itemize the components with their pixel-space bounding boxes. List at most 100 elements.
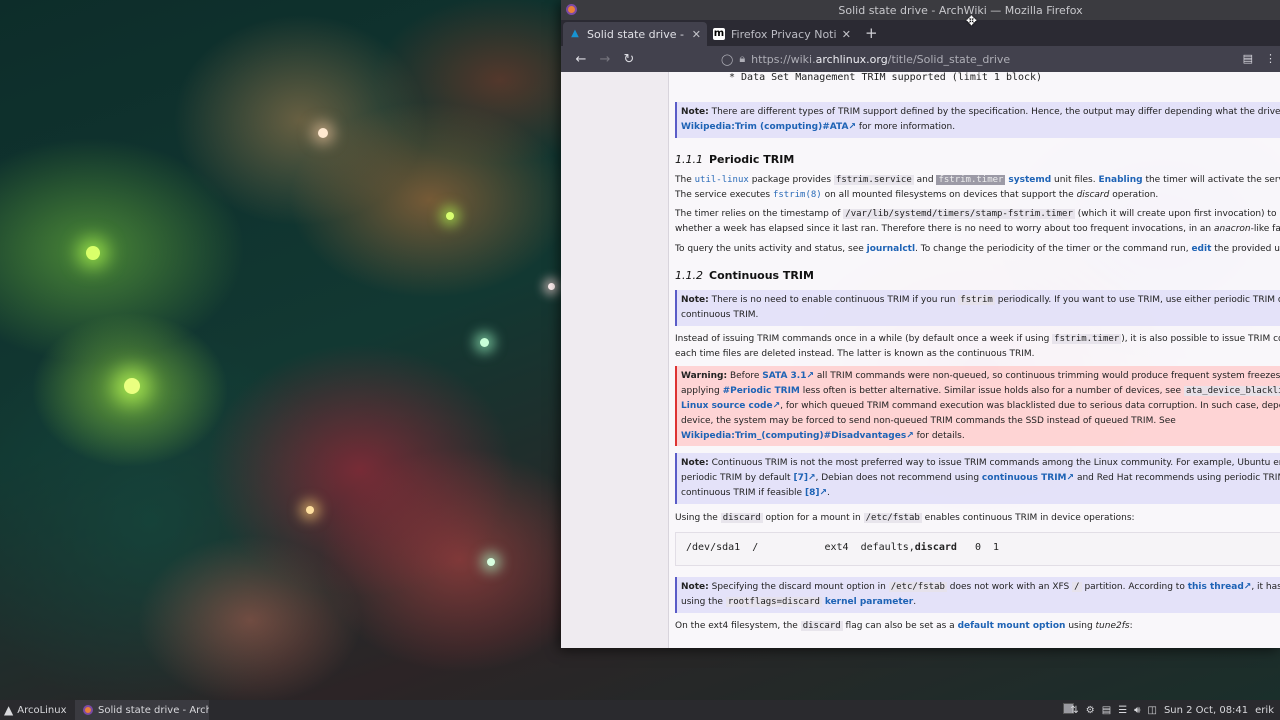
tab-firefox-privacy-notice[interactable]: m Firefox Privacy Notice — ✕ [707, 22, 857, 46]
paragraph-line: On the ext4 filesystem, the discard flag… [675, 621, 1133, 631]
text: continuous TRIM if feasible [681, 488, 803, 498]
article-content: * Data Set Management TRIM supported (li… [668, 72, 1280, 648]
tab-bar: ▲ Solid state drive - ArchWi ✕ m Firefox… [561, 20, 1280, 46]
text: device, the system may be forced to send… [681, 416, 1176, 426]
text: , Debian does not recommend using [815, 473, 980, 483]
text: option for a mount in [765, 513, 861, 523]
page-viewport[interactable]: * Data Set Management TRIM supported (li… [561, 72, 1280, 648]
tab-solid-state-drive[interactable]: ▲ Solid state drive - ArchWi ✕ [563, 22, 707, 46]
inline-code: discard [720, 513, 763, 523]
paragraph-line: The util-linux package provides fstrim.s… [675, 175, 1280, 185]
text: partition. According to [1084, 582, 1185, 592]
section-title: Continuous TRIM [709, 269, 814, 282]
note-box-continuous-trim: Note: Continuous TRIM is not the most pr… [675, 453, 1280, 504]
wiki-sidebar [561, 72, 668, 648]
fstab-code-block: /dev/sda1 / ext4 defaults,discard 0 1 [675, 532, 1280, 566]
text: flag can also be set as a [845, 621, 955, 631]
back-arrow-icon[interactable]: ← [569, 52, 593, 67]
periodic-trim-link[interactable]: #Periodic TRIM [723, 386, 800, 396]
note-label: Note: [681, 107, 709, 117]
lock-icon[interactable]: 🔒︎ [739, 52, 745, 66]
paragraph-line: Instead of issuing TRIM commands once in… [675, 334, 1280, 344]
wallpaper-light [318, 128, 328, 138]
text: . To change the periodicity of the timer… [915, 244, 1189, 254]
inline-code: rootflags=discard [725, 597, 822, 607]
text: all TRIM commands were non-queued, so co… [816, 371, 1280, 381]
reload-icon[interactable]: ↻ [617, 52, 641, 67]
taskbar: ▲ ArcoLinux Solid state drive - Arch... … [0, 700, 1280, 720]
inline-code: discard [800, 621, 843, 631]
inline-code: fstrim.timer [1052, 334, 1122, 344]
code-text: /dev/sda1 / ext4 defaults, [686, 542, 915, 553]
taskbar-item-firefox[interactable]: Solid state drive - Arch... [75, 700, 209, 720]
clipboard-icon[interactable]: ▤ [1102, 705, 1111, 716]
note-label: Note: [681, 458, 709, 468]
url-bar[interactable]: ◯ 🔒︎ https://wiki.archlinux.org/title/So… [721, 52, 1010, 66]
wallpaper-light [86, 246, 100, 260]
clock[interactable]: Sun 2 Oct, 08:41 [1164, 705, 1248, 716]
util-linux-link[interactable]: util-linux [695, 175, 749, 185]
firefox-icon [566, 4, 577, 15]
settings-icon[interactable]: ⚙ [1086, 705, 1095, 716]
external-link-icon: ↗ [819, 488, 827, 498]
start-menu-button[interactable]: ▲ ArcoLinux [0, 703, 72, 717]
arcolinux-logo-icon: ▲ [4, 703, 14, 717]
this-thread-link[interactable]: this thread [1188, 582, 1244, 592]
journalctl-link[interactable]: journalctl [867, 244, 915, 254]
text: continuous TRIM. [681, 310, 759, 320]
move-cursor-icon: ✥ [966, 14, 977, 29]
text: , for which queued TRIM command executio… [780, 401, 1280, 411]
wikipedia-trim-disadvantages-link[interactable]: Wikipedia:Trim_(computing)#Disadvantages [681, 431, 906, 441]
sata-link[interactable]: SATA 3.1 [762, 371, 806, 381]
toolbar-right: ▤ ⋮ [1243, 52, 1276, 65]
reference-8-link[interactable]: [8] [805, 488, 820, 498]
volume-icon[interactable]: 🔊︎ [1134, 705, 1140, 716]
continuous-trim-link[interactable]: continuous TRIM [982, 473, 1067, 483]
text: anacron [1214, 224, 1251, 234]
text: operation. [1112, 190, 1159, 200]
edit-link[interactable]: edit [1191, 244, 1211, 254]
firefox-icon [83, 705, 93, 715]
text: unit files. [1054, 175, 1096, 185]
default-mount-option-link[interactable]: default mount option [958, 621, 1066, 631]
forward-arrow-icon[interactable]: → [593, 52, 617, 67]
note-box-xfs: Note: Specifying the discard mount optio… [675, 577, 1280, 613]
new-tab-icon[interactable]: + [865, 24, 878, 42]
linux-source-link[interactable]: Linux source code [681, 401, 773, 411]
reference-7-link[interactable]: [7] [793, 473, 808, 483]
section-number: 1.1.2 [675, 269, 703, 282]
external-link-icon: ↗ [807, 473, 816, 483]
text: On the ext4 filesystem, the [675, 621, 798, 631]
inline-code: fstrim.service [833, 175, 914, 185]
kernel-parameter-link[interactable]: kernel parameter [825, 597, 913, 607]
mozilla-favicon-icon: m [713, 28, 725, 40]
inline-code: /var/lib/systemd/timers/stamp-fstrim.tim… [843, 209, 1075, 219]
fstrim-man-link[interactable]: fstrim(8) [773, 190, 822, 200]
close-tab-icon[interactable]: ✕ [842, 28, 851, 41]
note-box-trim-types: Note: There are different types of TRIM … [675, 102, 1280, 138]
paragraph-line: Using the discard option for a mount in … [675, 513, 1135, 523]
battery-icon[interactable]: ◫ [1147, 705, 1156, 716]
paragraph-line: each time files are deleted instead. The… [675, 349, 1035, 359]
text: Using the [675, 513, 718, 523]
external-link-icon: ↗ [906, 431, 914, 441]
warning-label: Warning: [681, 371, 728, 381]
network-icon[interactable]: ⇅ [1070, 705, 1078, 716]
enabling-link[interactable]: Enabling [1098, 175, 1142, 185]
list-icon[interactable]: ☰ [1118, 705, 1127, 716]
menu-icon[interactable]: ⋮ [1265, 52, 1276, 65]
systemd-link[interactable]: systemd [1008, 175, 1051, 185]
heading-continuous-trim: 1.1.2 Continuous TRIM [675, 269, 814, 282]
close-tab-icon[interactable]: ✕ [692, 28, 701, 41]
url-text[interactable]: https://wiki.archlinux.org/title/Solid_s… [751, 53, 1010, 66]
window-titlebar[interactable]: Solid state drive - ArchWiki — Mozilla F… [561, 0, 1280, 20]
wallpaper-light [548, 283, 555, 290]
reader-view-icon[interactable]: ▤ [1243, 52, 1253, 65]
tracking-shield-icon[interactable]: ◯ [721, 53, 733, 66]
note-text: for more information. [858, 122, 956, 132]
text: whether a week has elapsed since it last… [675, 224, 1212, 234]
external-link-icon: ↗ [1066, 473, 1075, 483]
wikipedia-trim-ata-link[interactable]: Wikipedia:Trim (computing)#ATA [681, 122, 848, 132]
user-name[interactable]: erik [1255, 705, 1274, 716]
warning-box-sata: Warning: Before SATA 3.1↗ all TRIM comma… [675, 366, 1280, 446]
